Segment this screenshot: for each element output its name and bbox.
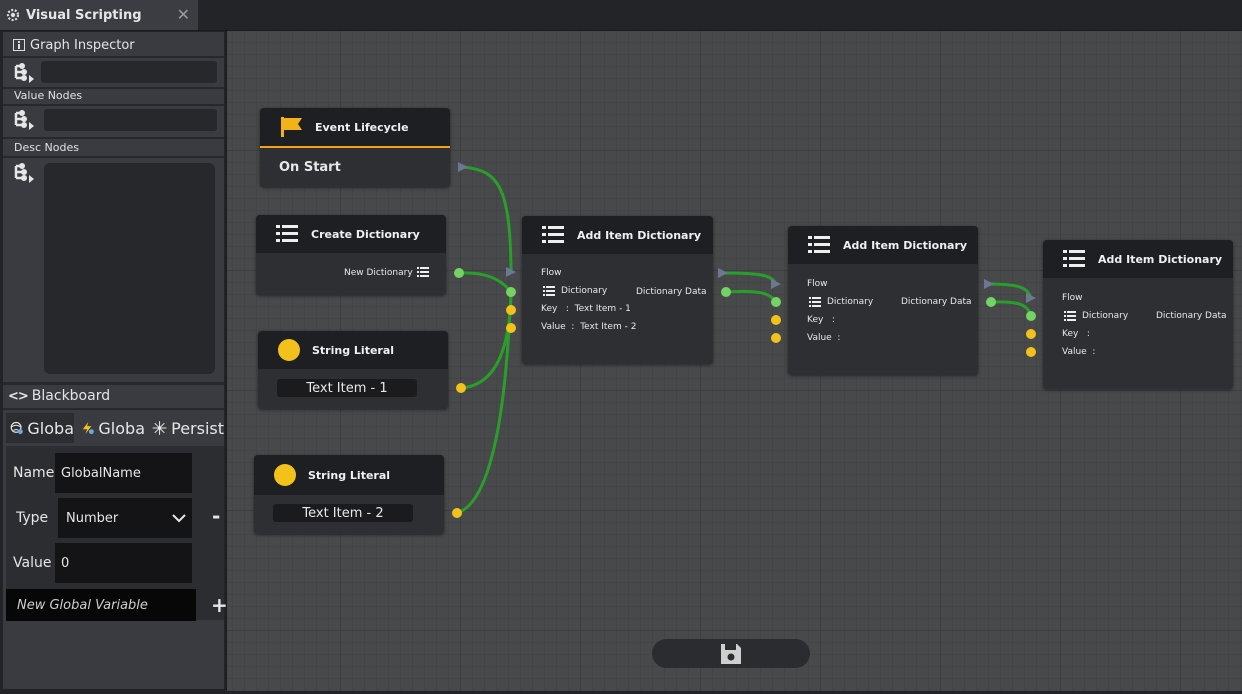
flag-icon: [281, 117, 302, 137]
list-icon: [542, 226, 564, 243]
dictionary-data-label: Dictionary Data: [636, 287, 707, 297]
string-literal-node-1[interactable]: String Literal Text Item - 1: [258, 331, 448, 409]
desc-nodes-label: Desc Nodes: [14, 141, 79, 154]
node-title: String Literal: [308, 468, 391, 482]
blackboard-header: <> Blackboard: [8, 387, 110, 405]
tab-title: Visual Scripting: [26, 7, 142, 23]
value-nodes-label: Value Nodes: [14, 89, 83, 102]
list-icon: [808, 236, 830, 253]
flow-label: Flow: [1062, 293, 1083, 303]
tab-label: Globa: [27, 418, 74, 438]
add-item-dictionary-node-3[interactable]: Add Item Dictionary Flow Dictionary Dict…: [1043, 240, 1233, 389]
flow-label: Flow: [807, 279, 828, 289]
list-icon: [276, 225, 298, 242]
tab-persistent[interactable]: Persist: [148, 413, 224, 443]
type-value: Number: [66, 510, 119, 526]
string-literal-node-2[interactable]: String Literal Text Item - 2: [254, 455, 444, 534]
remove-variable-button[interactable]: -: [212, 504, 220, 528]
node-title: Create Dictionary: [311, 227, 420, 241]
close-icon[interactable]: ✕: [177, 5, 190, 24]
value-input-label: Value :: [1062, 347, 1096, 357]
graph-inspector-header: Graph Inspector: [13, 36, 135, 54]
lightning-icon: [82, 421, 94, 435]
graph-search-field[interactable]: [41, 61, 217, 83]
value-input-label: Value : Text Item - 2: [541, 322, 637, 332]
save-button[interactable]: [652, 639, 810, 668]
node-title: Event Lifecycle: [315, 120, 409, 134]
event-lifecycle-node[interactable]: Event Lifecycle On Start: [260, 108, 450, 187]
chevron-down-icon: [172, 514, 186, 523]
left-panel: Graph Inspector Value Nodes Desc Nodes <…: [3, 32, 228, 689]
dictionary-input-label: Dictionary: [1082, 311, 1129, 321]
list-icon: [1063, 250, 1085, 267]
on-start-label: On Start: [279, 160, 341, 175]
flow-label: Flow: [541, 268, 562, 278]
add-item-dictionary-node-1[interactable]: Add Item Dictionary Flow Dictionary Dict…: [522, 216, 713, 364]
tab-label: Globa: [98, 418, 145, 438]
hierarchy-icon[interactable]: [12, 62, 36, 84]
type-label: Type: [16, 510, 49, 526]
name-label: Name: [13, 465, 55, 481]
list-icon: [1064, 311, 1076, 321]
dictionary-input-label: Dictionary: [827, 297, 874, 307]
list-icon: [417, 267, 429, 277]
sparkle-icon: [152, 421, 167, 435]
dictionary-data-label: Dictionary Data: [1156, 311, 1227, 321]
tab-visual-scripting[interactable]: Visual Scripting ✕: [0, 0, 198, 30]
new-dictionary-label: New Dictionary: [344, 268, 413, 278]
list-icon: [543, 286, 555, 296]
add-item-dictionary-node-2[interactable]: Add Item Dictionary Flow Dictionary Dict…: [788, 226, 978, 375]
tab-bar: Visual Scripting ✕: [0, 0, 1242, 31]
variable-name-input[interactable]: GlobalName: [55, 453, 192, 493]
hierarchy-icon[interactable]: [12, 162, 36, 184]
code-icon: <>: [8, 388, 29, 404]
tab-global-events[interactable]: Globa: [77, 413, 145, 443]
node-title: Add Item Dictionary: [843, 238, 968, 252]
blackboard-title: Blackboard: [31, 388, 111, 404]
tab-label: Persist: [171, 418, 224, 438]
string-value-field[interactable]: Text Item - 1: [277, 379, 417, 397]
circle-icon: [278, 339, 300, 361]
string-value-field[interactable]: Text Item - 2: [273, 504, 413, 522]
variable-type-select[interactable]: Number: [58, 498, 192, 538]
value-input-label: Value :: [807, 333, 841, 343]
key-label: Key :: [1062, 329, 1090, 339]
key-label: Key : Text Item - 1: [541, 304, 631, 314]
node-title: Add Item Dictionary: [577, 228, 702, 242]
globe-icon: [10, 421, 23, 435]
graph-inspector-title: Graph Inspector: [30, 37, 135, 53]
new-variable-input[interactable]: New Global Variable: [6, 589, 196, 621]
dictionary-input-label: Dictionary: [561, 286, 608, 296]
desc-nodes-list[interactable]: [44, 163, 215, 374]
create-dictionary-node[interactable]: Create Dictionary New Dictionary: [256, 215, 446, 295]
hierarchy-icon[interactable]: [12, 109, 36, 131]
save-icon: [721, 643, 741, 664]
info-icon: [13, 39, 25, 51]
node-title: String Literal: [312, 343, 395, 357]
variable-value-input[interactable]: 0: [55, 543, 192, 583]
circle-icon: [274, 464, 296, 486]
gear-icon: [6, 8, 20, 22]
value-nodes-field[interactable]: [44, 109, 217, 131]
dictionary-data-label: Dictionary Data: [901, 297, 972, 307]
value-label: Value: [13, 555, 52, 571]
node-title: Add Item Dictionary: [1098, 252, 1223, 266]
key-label: Key :: [807, 315, 835, 325]
tab-global-variables[interactable]: Globa: [6, 413, 74, 443]
list-icon: [809, 297, 821, 307]
